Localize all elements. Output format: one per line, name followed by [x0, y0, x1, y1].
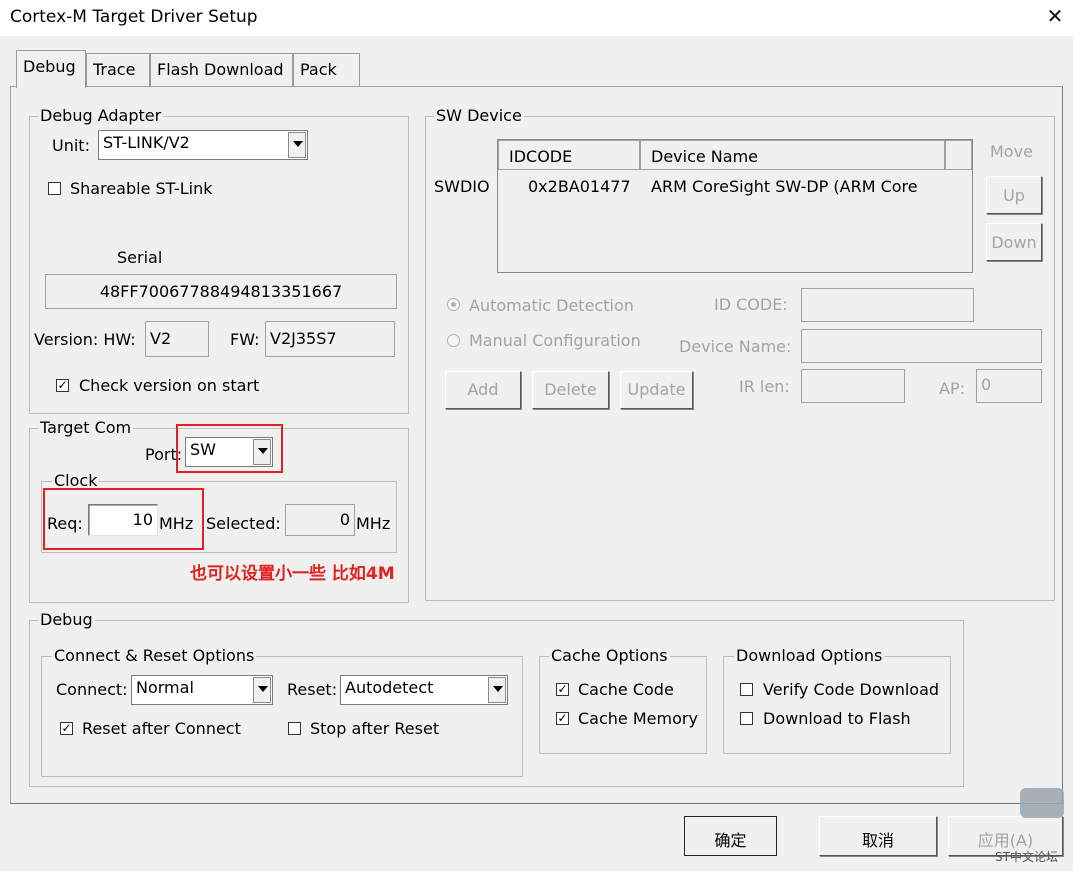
move-label: Move [990, 142, 1033, 161]
tab-pack-label: Pack [300, 60, 337, 79]
chevron-down-icon [253, 677, 271, 703]
tab-trace[interactable]: Trace [86, 53, 150, 86]
download-options-title: Download Options [734, 646, 885, 665]
reset-select[interactable]: Autodetect [340, 675, 508, 705]
device-name-header-label: Device Name [651, 147, 759, 166]
fw-value: V2J35S7 [270, 329, 337, 348]
hw-field: V2 [145, 321, 209, 357]
unit-select[interactable]: ST-LINK/V2 [98, 130, 308, 160]
chevron-down-icon [488, 677, 506, 703]
tab-pack[interactable]: Pack [293, 53, 360, 86]
reset-after-connect-label: Reset after Connect [82, 719, 241, 738]
annotation-note: 也可以设置小一些 比如4M [190, 564, 395, 584]
sw-device-title: SW Device [434, 106, 524, 125]
hw-value: V2 [150, 329, 172, 348]
manual-config-radio[interactable] [447, 334, 460, 347]
connect-select[interactable]: Normal [131, 675, 273, 705]
connect-reset-title: Connect & Reset Options [52, 646, 257, 665]
ap-label: AP: [939, 379, 965, 398]
ir-len-field[interactable] [801, 369, 905, 403]
ap-value: 0 [981, 375, 992, 394]
forum-chat-icon [1020, 788, 1064, 818]
title-bar: Cortex-M Target Driver Setup ✕ [0, 0, 1073, 36]
ok-button[interactable]: 确定 [684, 816, 777, 856]
req-highlight-box [43, 488, 204, 550]
selected-value: 0 [339, 510, 350, 529]
watermark-text: ST中文论坛 [995, 850, 1058, 864]
auto-detect-radio[interactable] [447, 298, 460, 311]
unit-value: ST-LINK/V2 [103, 133, 190, 152]
selected-unit: MHz [356, 514, 391, 533]
add-button[interactable]: Add [445, 371, 521, 409]
update-button[interactable]: Update [620, 371, 693, 409]
down-button[interactable]: Down [986, 223, 1042, 261]
device-name-field[interactable] [801, 329, 1042, 363]
idcode-header-label: IDCODE [509, 147, 573, 166]
ir-len-label: IR len: [739, 377, 790, 396]
auto-detect-label: Automatic Detection [469, 296, 634, 315]
cache-options-title: Cache Options [549, 646, 670, 665]
close-icon[interactable]: ✕ [1045, 4, 1065, 28]
shareable-label: Shareable ST-Link [70, 179, 213, 198]
stop-after-reset-label: Stop after Reset [310, 719, 440, 738]
chevron-down-icon [288, 132, 306, 158]
connect-label: Connect: [56, 680, 128, 699]
selected-label: Selected: [206, 514, 281, 533]
connect-value: Normal [136, 678, 194, 697]
tab-debug[interactable]: Debug [16, 50, 86, 88]
tab-flash-download[interactable]: Flash Download [150, 53, 293, 86]
unit-label: Unit: [52, 136, 90, 155]
window-title: Cortex-M Target Driver Setup [10, 7, 258, 27]
device-name-cell[interactable]: ARM CoreSight SW-DP (ARM Core [651, 177, 918, 196]
ap-field[interactable]: 0 [976, 369, 1042, 403]
id-code-field[interactable] [801, 288, 974, 322]
cache-code-checkbox[interactable]: ✓ [556, 683, 569, 696]
swdio-label: SWDIO [434, 177, 490, 196]
port-highlight-box [176, 424, 283, 473]
check-version-label: Check version on start [79, 376, 260, 395]
stop-after-reset-checkbox[interactable] [288, 722, 301, 735]
cache-code-label: Cache Code [578, 680, 674, 699]
download-flash-checkbox[interactable] [740, 712, 753, 725]
reset-after-connect-checkbox[interactable]: ✓ [60, 722, 73, 735]
reset-value: Autodetect [345, 678, 434, 697]
table-header-filler [945, 140, 972, 170]
tab-flash-download-label: Flash Download [157, 60, 284, 79]
version-hw-label: Version: HW: [34, 330, 136, 349]
sw-device-table: IDCODE Device Name 0x2BA01477 ARM CoreSi… [497, 139, 973, 273]
serial-field: 48FF70067788494813351667 [45, 274, 397, 309]
reset-label: Reset: [287, 680, 338, 699]
verify-download-label: Verify Code Download [763, 680, 940, 699]
device-name-label: Device Name: [679, 337, 792, 356]
up-button[interactable]: Up [986, 176, 1042, 214]
verify-download-checkbox[interactable] [740, 683, 753, 696]
tab-debug-label: Debug [23, 57, 76, 76]
device-name-header: Device Name [640, 140, 945, 170]
serial-value: 48FF70067788494813351667 [99, 282, 343, 301]
idcode-header: IDCODE [498, 140, 640, 170]
download-options-group [723, 656, 951, 754]
shareable-checkbox[interactable] [48, 182, 61, 195]
tab-trace-label: Trace [93, 60, 136, 79]
fw-field: V2J35S7 [265, 321, 395, 357]
fw-label: FW: [230, 330, 260, 349]
idcode-cell[interactable]: 0x2BA01477 [528, 177, 631, 196]
target-com-title: Target Com [38, 418, 134, 437]
debug-title: Debug [38, 610, 95, 629]
download-flash-label: Download to Flash [763, 709, 911, 728]
cache-options-group [539, 656, 707, 754]
serial-label: Serial [117, 248, 163, 267]
cache-memory-checkbox[interactable]: ✓ [556, 712, 569, 725]
check-version-checkbox[interactable]: ✓ [56, 379, 69, 392]
delete-button[interactable]: Delete [532, 371, 609, 409]
debug-adapter-group [29, 116, 409, 414]
id-code-label: ID CODE: [714, 295, 788, 314]
debug-adapter-title: Debug Adapter [38, 106, 164, 125]
selected-field: 0 [285, 504, 355, 536]
cancel-button[interactable]: 取消 [819, 816, 937, 856]
manual-config-label: Manual Configuration [469, 331, 641, 350]
cache-memory-label: Cache Memory [578, 709, 698, 728]
